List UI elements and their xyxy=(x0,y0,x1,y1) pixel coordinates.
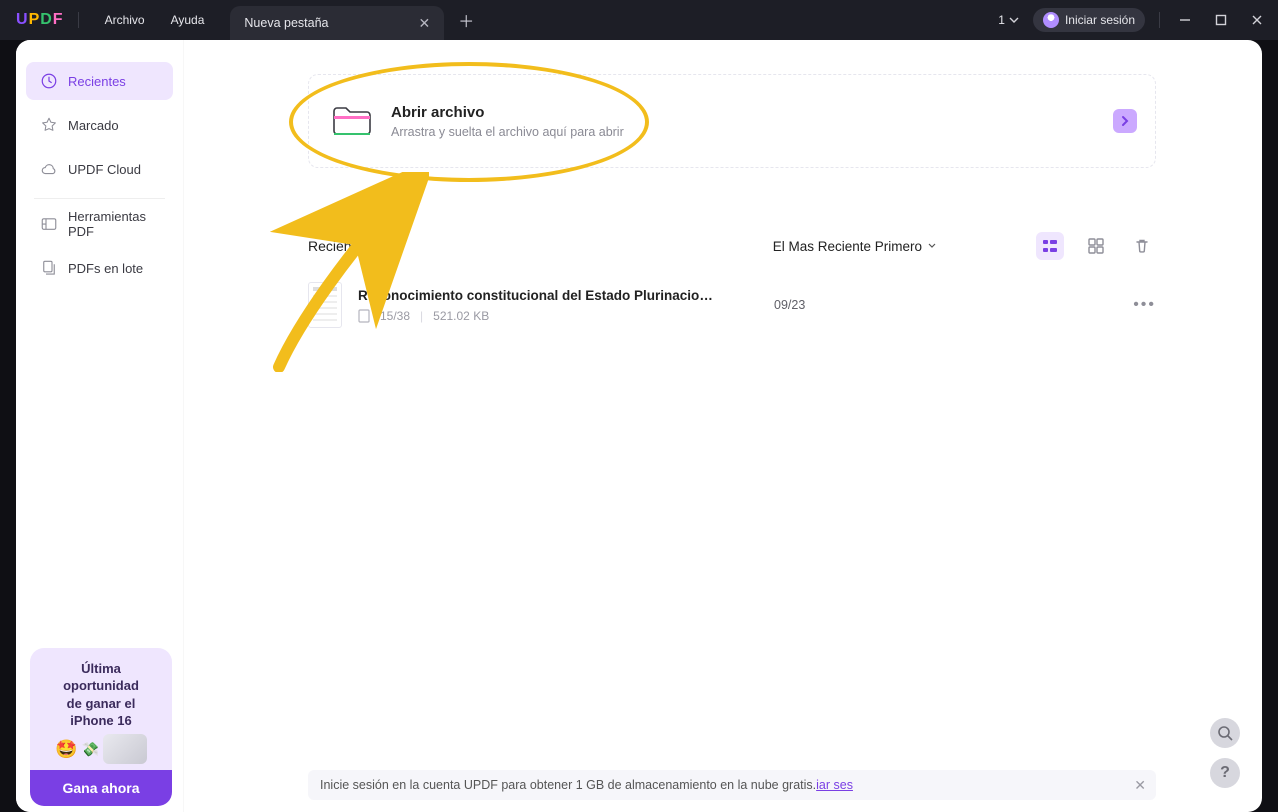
file-meta: 15/38 | 521.02 KB xyxy=(358,309,738,323)
banner-text: Inicie sesión en la cuenta UPDF para obt… xyxy=(320,778,816,792)
divider xyxy=(1159,12,1160,28)
open-file-title: Abrir archivo xyxy=(391,104,624,121)
app-logo: UPDF xyxy=(16,11,64,29)
tab-label: Nueva pestaña xyxy=(244,16,328,30)
expand-button[interactable] xyxy=(1113,109,1137,133)
promo-card: Última oportunidad de ganar el iPhone 16… xyxy=(30,648,172,806)
sidebar-item-label: UPDF Cloud xyxy=(68,162,141,177)
titlebar: UPDF Archivo Ayuda Nueva pestaña ✕ ＋ 1 I… xyxy=(0,0,1278,40)
caret-down-icon xyxy=(928,243,936,249)
file-size: 521.02 KB xyxy=(433,309,489,323)
signin-label: Iniciar sesión xyxy=(1065,13,1135,27)
sidebar-item-bookmarks[interactable]: Marcado xyxy=(26,106,173,144)
sort-dropdown[interactable]: El Mas Reciente Primero xyxy=(773,239,936,254)
batch-icon xyxy=(40,259,58,277)
promo-button[interactable]: Gana ahora xyxy=(30,770,172,806)
delete-button[interactable] xyxy=(1128,232,1156,260)
main-content: Abrir archivo Arrastra y suelta el archi… xyxy=(184,40,1262,812)
sidebar-item-tools[interactable]: Herramientas PDF xyxy=(26,205,173,243)
chevron-down-icon xyxy=(1009,17,1019,23)
sidebar-item-cloud[interactable]: UPDF Cloud xyxy=(26,150,173,188)
chevron-right-icon xyxy=(1120,115,1130,127)
trash-icon xyxy=(1134,238,1150,254)
promo-images: 🤩 💸 xyxy=(38,734,164,764)
minimize-button[interactable] xyxy=(1174,9,1196,31)
file-info: Reconocimiento constitucional del Estado… xyxy=(358,288,738,323)
file-more-button[interactable]: ••• xyxy=(1133,296,1156,314)
recent-section-title: Recientes xyxy=(308,238,370,254)
close-icon[interactable]: ✕ xyxy=(419,15,431,32)
open-file-subtitle: Arrastra y suelta el archivo aquí para a… xyxy=(391,125,624,139)
avatar-icon xyxy=(1043,12,1059,28)
tabstrip: Nueva pestaña ✕ ＋ xyxy=(230,0,474,40)
recent-section-header: Recientes El Mas Reciente Primero xyxy=(308,232,1156,260)
file-thumbnail xyxy=(308,282,342,328)
view-grid-button[interactable] xyxy=(1082,232,1110,260)
add-tab-button[interactable]: ＋ xyxy=(458,8,474,32)
help-icon: ? xyxy=(1220,764,1230,782)
divider xyxy=(78,12,79,28)
banner-link[interactable]: iar ses xyxy=(816,778,853,792)
sidebar-item-recent[interactable]: Recientes xyxy=(26,62,173,100)
sidebar: Recientes Marcado UPDF Cloud Herramienta… xyxy=(16,40,184,812)
divider xyxy=(34,198,165,199)
signin-banner: Inicie sesión en la cuenta UPDF para obt… xyxy=(308,770,1156,800)
tab-counter[interactable]: 1 xyxy=(998,13,1019,27)
clock-icon xyxy=(40,72,58,90)
list-view-icon xyxy=(1042,238,1058,254)
file-date: 09/23 xyxy=(774,298,805,312)
menu-help[interactable]: Ayuda xyxy=(171,13,205,27)
sidebar-item-batch[interactable]: PDFs en lote xyxy=(26,249,173,287)
star-icon xyxy=(40,116,58,134)
help-fab[interactable]: ? xyxy=(1210,758,1240,788)
file-row[interactable]: Reconocimiento constitucional del Estado… xyxy=(308,282,1156,328)
open-file-dropzone[interactable]: Abrir archivo Arrastra y suelta el archi… xyxy=(308,74,1156,168)
promo-text: Última oportunidad de ganar el iPhone 16 xyxy=(38,660,164,730)
view-controls xyxy=(1036,232,1156,260)
folder-icon xyxy=(331,103,373,139)
menubar: Archivo Ayuda xyxy=(105,13,205,27)
annotation-arrow xyxy=(269,172,429,372)
open-file-text: Abrir archivo Arrastra y suelta el archi… xyxy=(391,104,624,139)
sidebar-item-label: Marcado xyxy=(68,118,119,133)
sidebar-item-label: PDFs en lote xyxy=(68,261,143,276)
sidebar-item-label: Herramientas PDF xyxy=(68,209,159,239)
sidebar-item-label: Recientes xyxy=(68,74,126,89)
maximize-button[interactable] xyxy=(1210,9,1232,31)
cloud-icon xyxy=(40,160,58,178)
close-button[interactable] xyxy=(1246,9,1268,31)
search-icon xyxy=(1217,725,1233,741)
page-icon xyxy=(358,309,370,323)
file-name: Reconocimiento constitucional del Estado… xyxy=(358,288,713,303)
banner-close-button[interactable]: ✕ xyxy=(1134,777,1146,794)
workspace: Recientes Marcado UPDF Cloud Herramienta… xyxy=(16,40,1262,812)
search-fab[interactable] xyxy=(1210,718,1240,748)
titlebar-right: 1 Iniciar sesión xyxy=(998,8,1268,32)
file-pages: 15/38 xyxy=(380,309,410,323)
view-list-button[interactable] xyxy=(1036,232,1064,260)
tools-icon xyxy=(40,215,58,233)
menu-file[interactable]: Archivo xyxy=(105,13,145,27)
signin-button[interactable]: Iniciar sesión xyxy=(1033,8,1145,32)
grid-view-icon xyxy=(1088,238,1104,254)
tab-new[interactable]: Nueva pestaña ✕ xyxy=(230,6,444,40)
